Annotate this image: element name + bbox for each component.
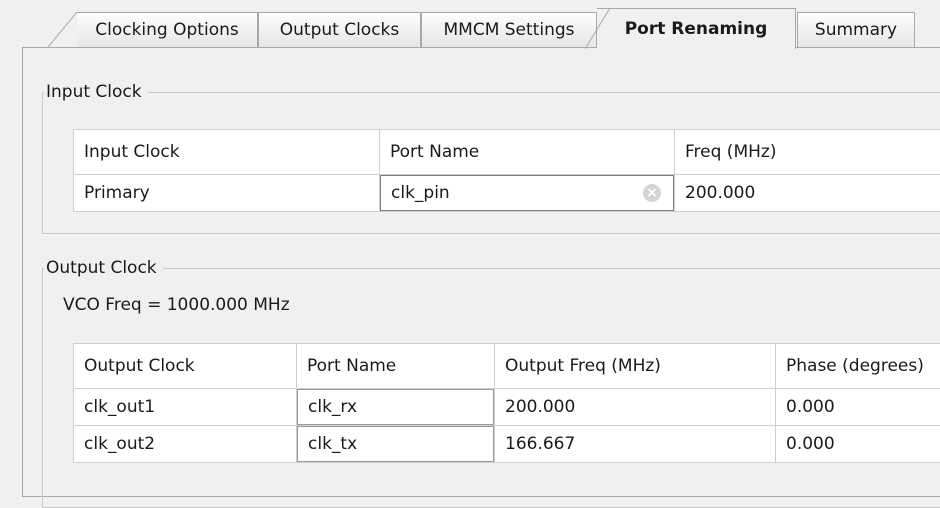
tab-mmcm-settings[interactable]: MMCM Settings [421,12,597,47]
freq-cell: 200.000 [675,175,940,212]
port-name-value: clk_pin [391,183,450,203]
tab-label: Clocking Options [95,20,238,40]
output-freq-cell: 200.000 [495,389,776,426]
input-clock-group: Input Clock Input Clock Port Name Freq (… [42,92,940,234]
output-clock-name: clk_out2 [74,426,297,463]
column-header: Output Clock [74,344,297,389]
tab-label: Port Renaming [625,19,768,39]
port-name-cell[interactable]: clk_tx [297,426,495,463]
table-row: clk_out1 clk_rx 200.000 0.000 [74,389,940,426]
tab-label: MMCM Settings [443,20,574,40]
column-header: Freq (MHz) [675,130,940,175]
column-header: Port Name [380,130,675,175]
port-name-input[interactable]: clk_pin × [380,175,674,211]
tab-label: Output Clocks [280,20,400,40]
output-clock-name: clk_out1 [74,389,297,426]
column-header: Port Name [297,344,495,389]
input-clock-name: Primary [74,175,380,212]
output-clock-table: Output Clock Port Name Output Freq (MHz)… [73,343,940,463]
tab-bar: Clocking Options Output Clocks MMCM Sett… [0,0,940,48]
column-header: Input Clock [74,130,380,175]
tab-summary[interactable]: Summary [797,12,915,47]
table-row: Primary clk_pin × 200.000 [74,175,940,212]
clear-icon[interactable]: × [643,184,661,202]
port-name-cell[interactable]: clk_rx [297,389,495,426]
tab-port-renaming[interactable]: Port Renaming [597,8,796,49]
port-renaming-panel: Input Clock Input Clock Port Name Freq (… [22,47,940,497]
output-freq-cell: 166.667 [495,426,776,463]
group-title: Input Clock [44,80,148,104]
table-header-row: Input Clock Port Name Freq (MHz) [74,130,940,175]
tab-clocking-options[interactable]: Clocking Options [77,12,258,47]
phase-cell: 0.000 [776,389,940,426]
port-name-input[interactable]: clk_rx [297,389,494,425]
port-name-value: clk_rx [308,397,357,417]
column-header: Output Freq (MHz) [495,344,776,389]
input-clock-table: Input Clock Port Name Freq (MHz) Primary… [73,129,940,212]
output-clock-group: Output Clock VCO Freq = 1000.000 MHz Out… [42,268,940,508]
group-title: Output Clock [44,256,163,280]
column-header: Phase (degrees) [776,344,940,389]
vco-frequency: VCO Freq = 1000.000 MHz [63,295,290,315]
port-name-input[interactable]: clk_tx [297,426,494,462]
tab-output-clocks[interactable]: Output Clocks [258,12,421,47]
phase-cell: 0.000 [776,426,940,463]
port-name-cell[interactable]: clk_pin × [380,175,675,212]
tab-label: Summary [815,20,897,40]
table-row: clk_out2 clk_tx 166.667 0.000 [74,426,940,463]
table-header-row: Output Clock Port Name Output Freq (MHz)… [74,344,940,389]
tab-edge-decoration [48,12,78,48]
port-name-value: clk_tx [308,434,357,454]
